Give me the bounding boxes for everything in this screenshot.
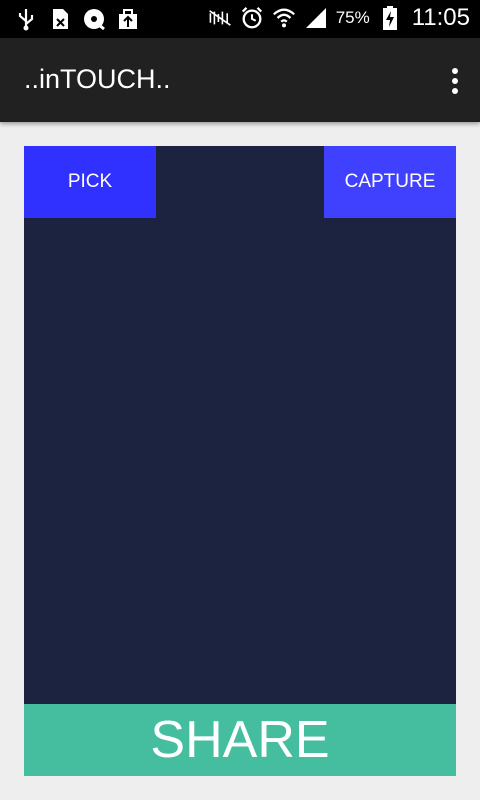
usb-icon xyxy=(14,6,38,32)
notification-icons xyxy=(14,6,140,32)
status-bar: 75% 11:05 xyxy=(0,0,480,38)
pick-button[interactable]: PICK xyxy=(24,146,156,218)
image-preview-area xyxy=(24,146,456,704)
bag-upload-icon xyxy=(116,6,140,32)
app-title: ..inTOUCH.. xyxy=(24,64,171,94)
app-bar: ..inTOUCH.. xyxy=(0,38,480,122)
overflow-dot xyxy=(452,88,458,94)
overflow-dot xyxy=(452,78,458,84)
battery-percent: 75% xyxy=(335,8,370,27)
signal-icon xyxy=(304,5,328,31)
overflow-dot xyxy=(452,68,458,74)
battery-charging-icon xyxy=(378,5,402,31)
clock: 11:05 xyxy=(411,4,470,31)
alarm-icon xyxy=(240,5,264,31)
sync-disk-icon xyxy=(82,6,106,32)
sim-off-icon xyxy=(48,6,72,32)
capture-button[interactable]: CAPTURE xyxy=(324,146,456,218)
nfc-mute-icon xyxy=(208,5,232,31)
more-vert-icon[interactable] xyxy=(450,68,460,94)
share-button[interactable]: SHARE xyxy=(24,704,456,776)
wifi-icon xyxy=(272,5,296,31)
system-indicators: 75% 11:05 xyxy=(208,4,470,32)
